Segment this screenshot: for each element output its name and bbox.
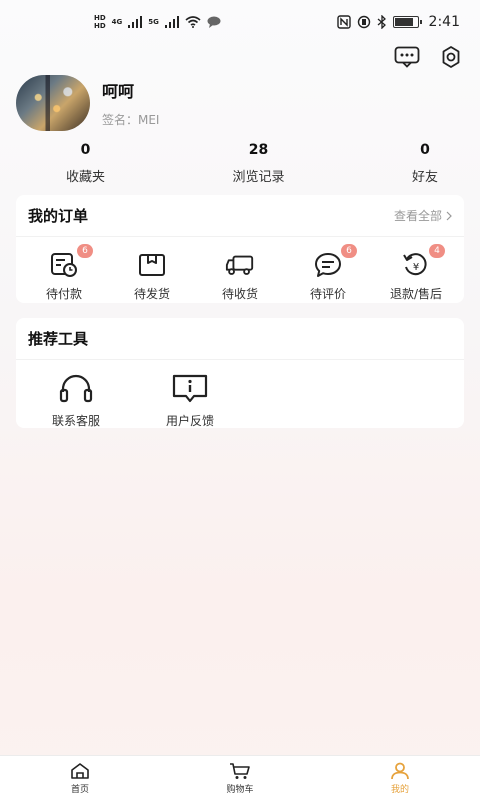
hd-tag-2: HD xyxy=(94,22,106,30)
chat-notification-icon xyxy=(207,16,221,28)
headset-icon xyxy=(58,374,94,404)
status-bar: HD HD 4G 5G 2:41 xyxy=(0,0,480,44)
bluetooth-icon xyxy=(377,15,386,29)
order-pending-shipment[interactable]: 待发货 xyxy=(108,251,196,302)
stat-friends-label: 好友 xyxy=(411,170,438,185)
message-icon[interactable] xyxy=(394,44,420,70)
tab-cart[interactable]: 购物车 xyxy=(180,756,300,800)
hd-indicator: HD HD xyxy=(94,14,106,30)
tab-mine[interactable]: 我的 xyxy=(340,756,460,800)
stat-friends-value: 0 xyxy=(420,142,430,158)
svg-text:¥: ¥ xyxy=(413,262,419,273)
hd-tag-1: HD xyxy=(94,14,106,22)
order-refund[interactable]: ¥ 4 退款/售后 xyxy=(372,244,460,302)
stat-history-label: 浏览记录 xyxy=(232,170,285,185)
stat-favorites-label: 收藏夹 xyxy=(66,170,106,185)
user-icon xyxy=(391,762,409,779)
tab-home-label: 首页 xyxy=(70,784,89,795)
vibrate-icon xyxy=(357,15,370,29)
package-icon xyxy=(137,251,167,279)
tools-title: 推荐工具 xyxy=(28,330,89,348)
tab-home[interactable]: 首页 xyxy=(20,756,140,800)
refund-icon: ¥ 4 xyxy=(401,244,445,279)
order-pending-receipt[interactable]: 待收货 xyxy=(196,251,284,302)
stat-favorites-value: 0 xyxy=(80,142,91,158)
order-pending-review-label: 待评价 xyxy=(309,287,346,301)
order-pending-review[interactable]: 6 待评价 xyxy=(284,244,372,302)
signal-icon xyxy=(128,16,143,28)
signature: 签名：MEI xyxy=(102,113,160,127)
profile-section[interactable]: 呵呵 签名：MEI xyxy=(16,75,159,131)
feedback-icon xyxy=(172,374,208,404)
signal-icon-2 xyxy=(164,16,179,28)
chevron-right-icon xyxy=(446,211,452,220)
tab-mine-label: 我的 xyxy=(390,784,409,795)
network-label-1: 4G xyxy=(111,18,123,26)
pending-review-badge: 6 xyxy=(341,244,357,258)
status-bar-right: 2:41 xyxy=(336,14,460,30)
truck-icon xyxy=(225,251,255,279)
stat-history-value: 28 xyxy=(248,142,269,158)
view-all-label: 查看全部 xyxy=(393,209,442,223)
order-status-row: 6 待付款 待发货 待收货 6 待评价 ¥ 4 退款/售后 xyxy=(16,237,464,302)
cart-icon xyxy=(230,762,250,779)
tool-row: 联系客服 用户反馈 xyxy=(16,360,464,429)
view-all-orders-link[interactable]: 查看全部 xyxy=(394,207,452,224)
header-actions xyxy=(394,44,464,70)
orders-header: 我的订单 查看全部 xyxy=(16,195,464,237)
review-icon: 6 xyxy=(313,244,357,279)
stat-favorites[interactable]: 0 收藏夹 xyxy=(66,142,105,185)
stats-row: 0 收藏夹 28 浏览记录 0 好友 xyxy=(0,142,480,185)
tab-cart-label: 购物车 xyxy=(226,784,254,795)
order-pending-receipt-label: 待收货 xyxy=(221,287,258,301)
tool-feedback[interactable]: 用户反馈 xyxy=(140,374,240,429)
tool-contact-service[interactable]: 联系客服 xyxy=(26,374,126,429)
orders-card: 我的订单 查看全部 6 待付款 待发货 待收货 6 待评价 ¥ 4 退款/售后 xyxy=(16,195,464,303)
order-pending-payment[interactable]: 6 待付款 xyxy=(20,244,108,302)
bottom-tab-bar: 首页 购物车 我的 xyxy=(0,755,480,800)
status-bar-left: HD HD 4G 5G xyxy=(94,14,221,30)
order-refund-label: 退款/售后 xyxy=(389,287,443,301)
tool-feedback-label: 用户反馈 xyxy=(165,414,214,428)
nfc-icon xyxy=(336,15,351,29)
home-icon xyxy=(71,762,89,779)
order-pending-shipment-label: 待发货 xyxy=(133,287,170,301)
avatar[interactable] xyxy=(16,75,90,131)
tools-card: 推荐工具 联系客服 用户反馈 xyxy=(16,318,464,428)
refund-badge: 4 xyxy=(429,244,445,258)
status-time: 2:41 xyxy=(428,14,460,30)
stat-history[interactable]: 28 浏览记录 xyxy=(232,142,284,185)
wifi-icon xyxy=(185,16,201,28)
tools-header: 推荐工具 xyxy=(16,318,464,360)
pending-payment-icon: 6 xyxy=(49,244,93,279)
nickname: 呵呵 xyxy=(102,82,135,101)
network-label-2: 5G xyxy=(148,18,159,26)
pending-payment-badge: 6 xyxy=(77,244,93,258)
order-pending-payment-label: 待付款 xyxy=(45,287,82,301)
settings-icon[interactable] xyxy=(438,44,464,70)
stat-friends[interactable]: 0 好友 xyxy=(412,142,438,185)
orders-title: 我的订单 xyxy=(28,207,89,225)
tool-contact-service-label: 联系客服 xyxy=(51,414,100,428)
battery-icon xyxy=(392,16,422,28)
